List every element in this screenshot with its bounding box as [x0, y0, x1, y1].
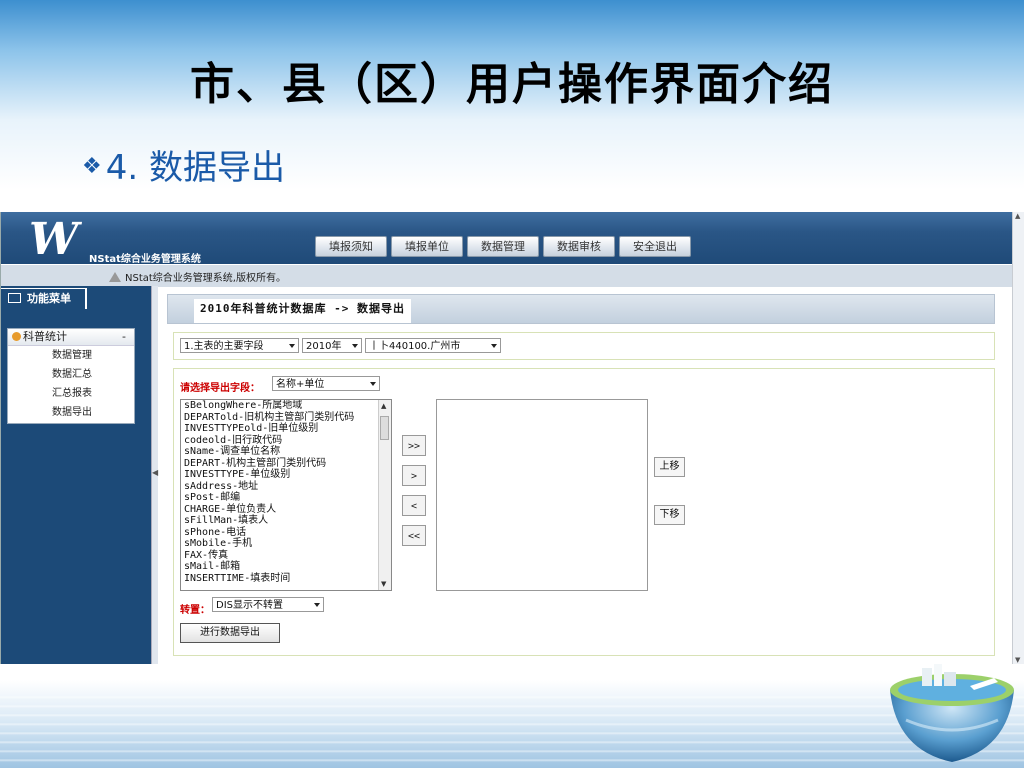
- bullet-text: 数据导出: [149, 148, 285, 188]
- scroll-down-icon[interactable]: ▼: [381, 580, 386, 588]
- menu-group-science[interactable]: 科普统计 -: [8, 329, 134, 346]
- region-select[interactable]: 丨卜440100.广州市: [365, 338, 501, 353]
- scroll-up-icon[interactable]: ▲: [381, 402, 386, 410]
- system-name: NStat综合业务管理系统: [89, 254, 201, 265]
- move-up-button[interactable]: 上移: [654, 457, 685, 477]
- diamond-bullet-icon: ❖: [82, 154, 102, 179]
- transpose-label: 转置：: [180, 605, 210, 616]
- collapse-arrow-icon[interactable]: ◀: [152, 468, 158, 477]
- list-item[interactable]: sPhone-电话: [181, 527, 391, 539]
- export-panel: 请选择导出字段： 名称+单位 sBelongWhere-所属地域 DEPARTo…: [173, 368, 995, 656]
- move-down-button[interactable]: 下移: [654, 505, 685, 525]
- chevron-down-icon: [352, 344, 358, 348]
- remove-button[interactable]: <: [402, 495, 426, 516]
- warning-icon: [109, 272, 121, 282]
- scroll-thumb[interactable]: [380, 416, 389, 440]
- monitor-icon: [8, 293, 21, 303]
- nav-fill-notice[interactable]: 填报须知: [315, 236, 387, 257]
- table-select[interactable]: 1.主表的主要字段: [180, 338, 299, 353]
- list-item[interactable]: codeold-旧行政代码: [181, 435, 391, 447]
- add-button[interactable]: >: [402, 465, 426, 486]
- chevron-down-icon: [370, 382, 376, 386]
- source-field-list[interactable]: sBelongWhere-所属地域 DEPARTold-旧机构主管部门类别代码 …: [180, 399, 392, 591]
- chevron-down-icon: [491, 344, 497, 348]
- sidebar-item-summary-report[interactable]: 汇总报表: [8, 384, 134, 403]
- breadcrumb: 2010年科普统计数据库 -> 数据导出: [194, 299, 411, 323]
- bullet-number: 4.: [105, 148, 139, 188]
- list-item[interactable]: FAX-传真: [181, 550, 391, 562]
- field-mode-select[interactable]: 名称+单位: [272, 376, 380, 391]
- list-item[interactable]: INVESTTYPEold-旧单位级别: [181, 423, 391, 435]
- wave-decoration: [0, 690, 1024, 768]
- sidebar-splitter[interactable]: ◀: [151, 286, 158, 664]
- list-item[interactable]: sMobile-手机: [181, 538, 391, 550]
- app-screenshot: W NStat综合业务管理系统 填报须知 填报单位 数据管理 数据审核 安全退出…: [0, 212, 1013, 664]
- sidebar-item-data-management[interactable]: 数据管理: [8, 346, 134, 365]
- selected-field-list[interactable]: [436, 399, 648, 591]
- list-scrollbar[interactable]: ▲ ▼: [378, 400, 391, 590]
- app-header: W NStat综合业务管理系统 填报须知 填报单位 数据管理 数据审核 安全退出: [1, 212, 1013, 265]
- users-icon: [12, 332, 21, 341]
- scroll-up-icon[interactable]: ▲: [1015, 212, 1020, 220]
- menu-header[interactable]: 功能菜单: [1, 288, 87, 309]
- list-item[interactable]: DEPART-机构主管部门类别代码: [181, 458, 391, 470]
- filter-row: 1.主表的主要字段 2010年 丨卜440100.广州市: [173, 332, 995, 360]
- notice-bar: NStat综合业务管理系统,版权所有。: [1, 264, 1013, 287]
- list-item[interactable]: CHARGE-单位负责人: [181, 504, 391, 516]
- main-content: 2010年科普统计数据库 -> 数据导出 1.主表的主要字段 2010年 丨卜4…: [167, 294, 1001, 662]
- menu-panel: 科普统计 - 数据管理 数据汇总 汇总报表 数据导出: [7, 328, 135, 424]
- list-item[interactable]: sFillMan-填表人: [181, 515, 391, 527]
- transpose-select[interactable]: DIS显示不转置: [212, 597, 324, 612]
- chevron-down-icon: [314, 603, 320, 607]
- list-item[interactable]: INSERTTIME-填表时间: [181, 573, 391, 585]
- sidebar: 功能菜单 科普统计 - 数据管理 数据汇总 汇总报表 数据导出: [1, 286, 151, 664]
- collapse-icon[interactable]: -: [122, 329, 126, 345]
- add-all-button[interactable]: >>: [402, 435, 426, 456]
- nav-data-management[interactable]: 数据管理: [467, 236, 539, 257]
- nav-data-review[interactable]: 数据审核: [543, 236, 615, 257]
- globe-bowl-decoration: [890, 664, 1014, 762]
- list-item[interactable]: sPost-邮编: [181, 492, 391, 504]
- nav-fill-unit[interactable]: 填报单位: [391, 236, 463, 257]
- list-item[interactable]: INVESTTYPE-单位级别: [181, 469, 391, 481]
- chevron-down-icon: [289, 344, 295, 348]
- slide-bullet: ❖ 4. 数据导出: [82, 140, 285, 189]
- top-nav: 填报须知 填报单位 数据管理 数据审核 安全退出: [315, 236, 691, 257]
- export-button[interactable]: 进行数据导出: [180, 623, 280, 643]
- copyright-notice: NStat综合业务管理系统,版权所有。: [125, 273, 286, 284]
- list-item[interactable]: sAddress-地址: [181, 481, 391, 493]
- remove-all-button[interactable]: <<: [402, 525, 426, 546]
- logo-w-icon: W: [29, 214, 79, 265]
- slide-title: 市、县（区）用户操作界面介绍: [190, 59, 834, 110]
- list-item[interactable]: DEPARTold-旧机构主管部门类别代码: [181, 412, 391, 424]
- page-scrollbar[interactable]: ▲ ▼: [1012, 212, 1024, 664]
- list-item[interactable]: sName-调查单位名称: [181, 446, 391, 458]
- breadcrumb-bar: 2010年科普统计数据库 -> 数据导出: [167, 294, 995, 324]
- nav-logout[interactable]: 安全退出: [619, 236, 691, 257]
- sidebar-item-data-summary[interactable]: 数据汇总: [8, 365, 134, 384]
- list-item[interactable]: sMail-邮箱: [181, 561, 391, 573]
- field-select-label: 请选择导出字段：: [180, 383, 260, 394]
- logo: W NStat综合业务管理系统: [7, 214, 201, 265]
- sidebar-item-data-export[interactable]: 数据导出: [8, 403, 134, 422]
- list-item[interactable]: sBelongWhere-所属地域: [181, 400, 391, 412]
- year-select[interactable]: 2010年: [302, 338, 362, 353]
